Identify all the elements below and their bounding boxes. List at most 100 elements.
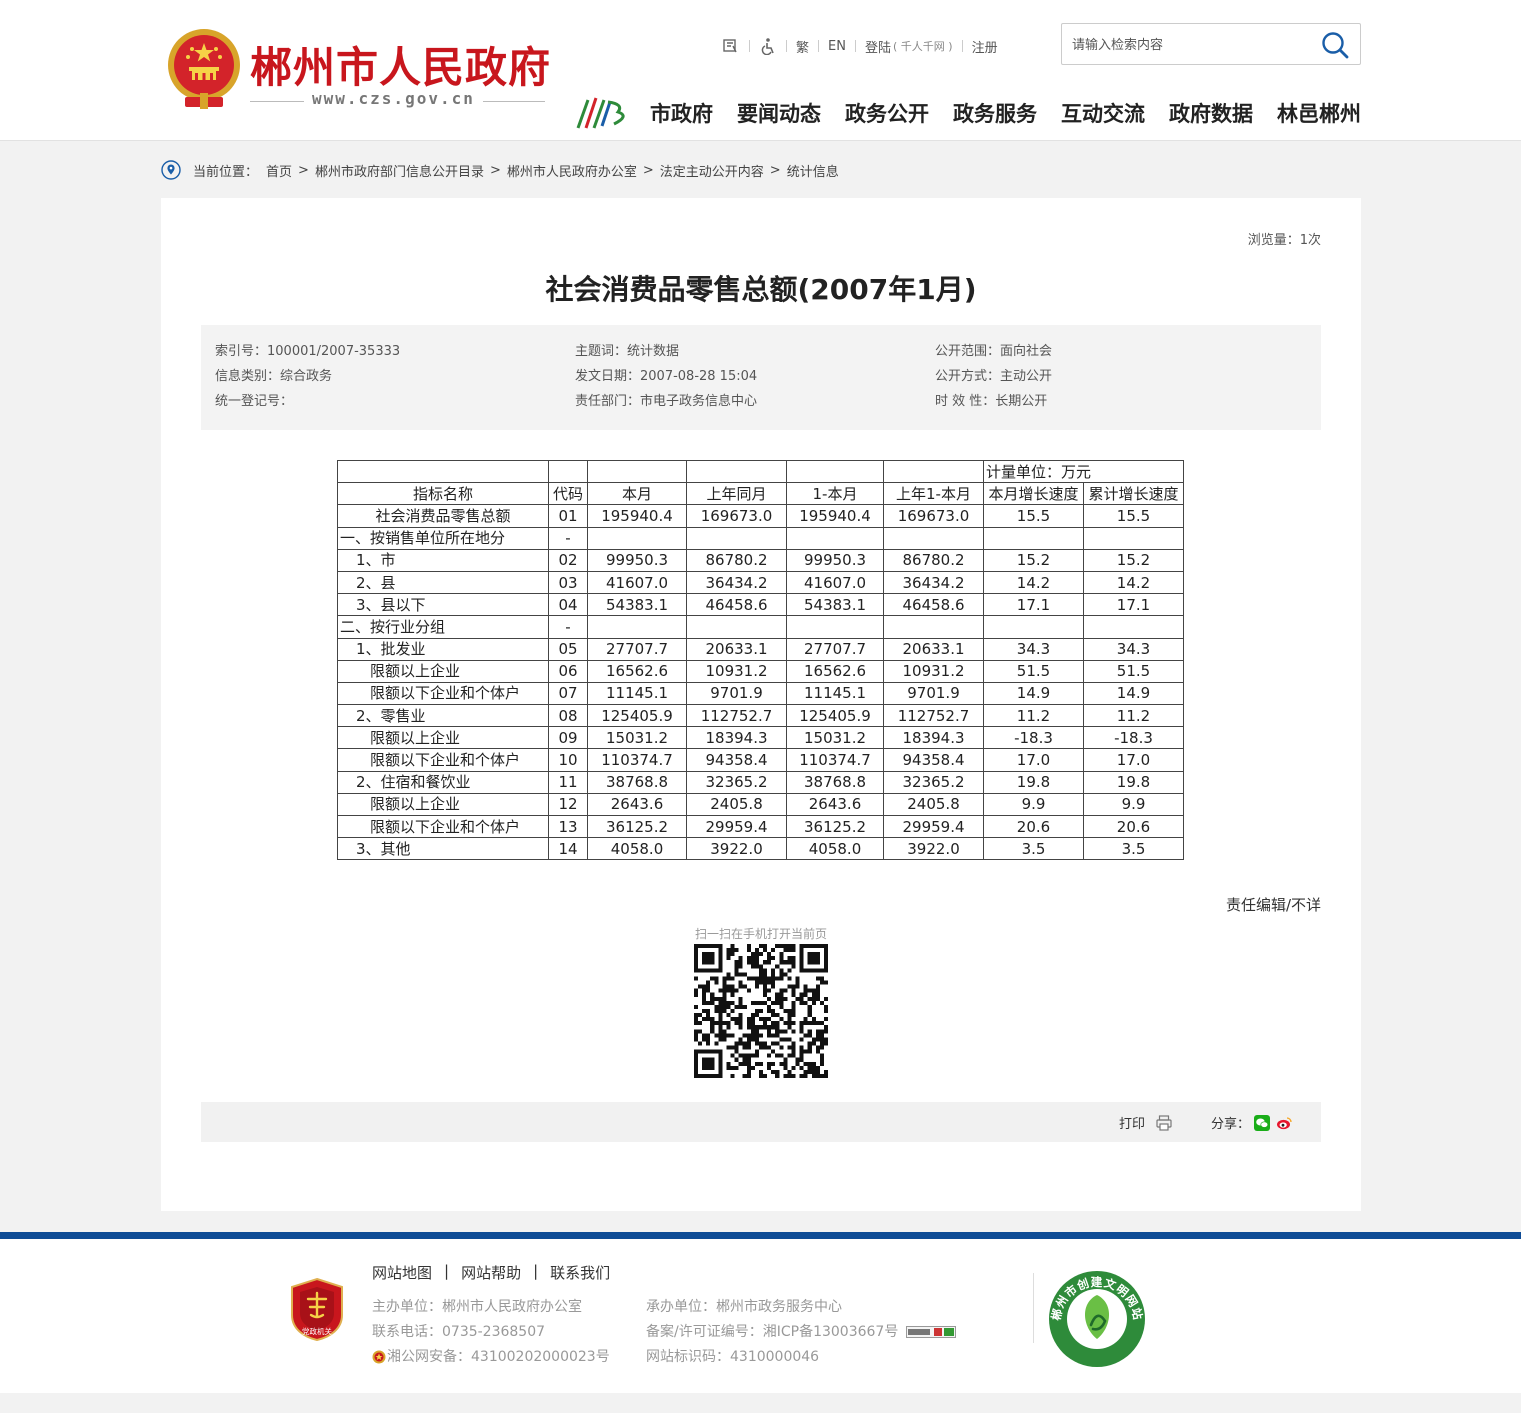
table-row: 限额以上企业 06 16562.6 10931.2 16562.6 10931.2 51.5…	[337, 659, 1184, 683]
table-cell: 10931.2	[686, 659, 787, 683]
table-cell	[883, 615, 984, 639]
table-cell: 17.0	[1083, 748, 1184, 772]
wechat-icon[interactable]	[1254, 1114, 1271, 1131]
table-header-cell: 上年1-本月	[883, 482, 984, 506]
table-cell: 32365.2	[883, 770, 984, 794]
table-cell: 11.2	[983, 704, 1084, 728]
table-cell: 41607.0	[587, 570, 687, 595]
table-cell	[587, 615, 687, 639]
table-cell: 02	[548, 548, 588, 572]
search-icon[interactable]	[1320, 30, 1350, 60]
table-row: 2、零售业 08 125405.9 112752.7 125405.9 112752.7 1…	[337, 704, 1184, 728]
table-cell: 46458.6	[686, 593, 787, 617]
party-government-badge-icon[interactable]: 党政机关	[290, 1277, 344, 1341]
table-cell: 34.3	[1083, 637, 1184, 661]
table-cell	[983, 526, 1084, 550]
table-row: 3、其他 14 4058.0 3922.0 4058.0 3922.0 3.5 3.5	[337, 837, 1184, 861]
nav-item-linyi-chenzhou[interactable]: 林邑郴州	[1277, 98, 1361, 128]
breadcrumb-office-link[interactable]: 郴州市人民政府办公室	[507, 161, 637, 180]
table-cell: 二、按行业分组	[337, 615, 549, 639]
nav-item-interaction[interactable]: 互动交流	[1061, 98, 1145, 128]
nav-item-gov-services[interactable]: 政务服务	[953, 98, 1037, 128]
english-link[interactable]: EN	[828, 39, 846, 54]
cnzz-badge-icon[interactable]	[906, 1325, 957, 1338]
footer-police-text: 湘公网安备：43100202000023号	[387, 1348, 610, 1365]
meta-keywords: 主题词：统计数据	[575, 344, 680, 359]
traditional-chinese-link[interactable]: 繁	[796, 37, 809, 56]
toolbar-divider	[786, 40, 787, 52]
table-cell: 9.9	[1083, 792, 1184, 817]
table-cell: 限额以上企业	[337, 726, 549, 750]
table-header-cell: 1-本月	[786, 482, 884, 506]
login-link[interactable]: 登陆 ( 千人千网 )	[865, 37, 953, 56]
site-title[interactable]: 郴州市人民政府	[250, 34, 551, 95]
table-header-cell: 代码	[548, 482, 588, 506]
civilization-website-badge-icon[interactable]: 郴州市创建文明网站	[1046, 1269, 1148, 1369]
footer-accent-line	[0, 1232, 1521, 1239]
nav-item-city-government[interactable]: 市政府	[650, 98, 713, 128]
nav-item-gov-affairs-open[interactable]: 政务公开	[845, 98, 929, 128]
table-cell: 36434.2	[686, 570, 787, 595]
table-cell: 4058.0	[587, 837, 687, 861]
breadcrumb-separator: >	[642, 162, 654, 178]
meta-department: 责任部门：市电子政务信息中心	[575, 394, 758, 409]
table-cell: 27707.7	[587, 637, 687, 661]
register-link[interactable]: 注册	[972, 37, 998, 56]
search-input[interactable]	[1072, 34, 1312, 56]
table-cell: 2643.6	[786, 792, 884, 817]
table-row: 二、按行业分组 -	[337, 615, 1184, 639]
table-header-cell: 上年同月	[686, 482, 787, 506]
table-cell: 29959.4	[883, 814, 984, 839]
table-cell: 12	[548, 792, 588, 817]
weibo-icon[interactable]	[1276, 1115, 1292, 1131]
table-cell: 一、按销售单位所在地分	[337, 526, 549, 550]
view-count: 浏览量：1次	[1247, 233, 1321, 248]
breadcrumb-home-link[interactable]: 首页	[266, 161, 292, 180]
footer-contact-link[interactable]: 联系我们	[550, 1262, 610, 1283]
footer-help-link[interactable]: 网站帮助	[461, 1262, 521, 1283]
table-cell: 41607.0	[786, 570, 884, 595]
table-cell: 社会消费品零售总额	[337, 504, 549, 528]
national-emblem-icon[interactable]	[165, 27, 243, 111]
breadcrumb-statutory-link[interactable]: 法定主动公开内容	[660, 161, 764, 180]
table-cell: 2、住宿和餐饮业	[337, 770, 549, 794]
table-cell: 10	[548, 748, 588, 772]
responsible-editor: 责任编辑/不详	[1225, 896, 1321, 914]
footer-bottom-strip	[0, 1393, 1521, 1413]
table-cell: 11	[548, 770, 588, 794]
table-cell: 15031.2	[786, 726, 884, 750]
table-cell: 86780.2	[686, 548, 787, 572]
footer-link-separator: |	[444, 1262, 450, 1280]
footer-sitemap-link[interactable]: 网站地图	[372, 1262, 432, 1283]
meta-column-2: 主题词：统计数据 发文日期：2007-08-28 15:04 责任部门：市电子政…	[575, 343, 757, 418]
table-cell: -	[548, 615, 588, 639]
table-cell: 2405.8	[686, 792, 787, 817]
table-cell: 112752.7	[686, 704, 787, 728]
nav-item-news[interactable]: 要闻动态	[737, 98, 821, 128]
nav-item-gov-data[interactable]: 政府数据	[1169, 98, 1253, 128]
table-cell: 限额以下企业和个体户	[337, 681, 549, 706]
breadcrumb-label: 当前位置：	[193, 164, 259, 180]
footer-police-record[interactable]: 湘公网安备：43100202000023号	[372, 1344, 610, 1369]
table-cell: 19.8	[983, 770, 1084, 794]
table-cell: 15.5	[1083, 504, 1184, 528]
accessibility-icon[interactable]	[759, 37, 777, 55]
table-cell	[587, 526, 687, 550]
meta-column-1: 索引号：100001/2007-35333 信息类别：综合政务 统一登记号：	[215, 343, 400, 418]
table-cell: 20633.1	[883, 637, 984, 661]
table-cell	[548, 459, 588, 484]
meta-index-no: 索引号：100001/2007-35333	[215, 344, 401, 359]
table-cell	[883, 526, 984, 550]
main-nav: 市政府 要闻动态 政务公开 政务服务 互动交流 政府数据 林邑郴州	[650, 98, 1361, 128]
breadcrumb-separator: >	[298, 162, 309, 178]
print-button[interactable]: 打印	[1119, 1113, 1173, 1132]
table-cell: 15031.2	[587, 726, 687, 750]
meta-date: 发文日期：2007-08-28 15:04	[575, 369, 758, 384]
breadcrumb-dept-catalog-link[interactable]: 郴州市政府部门信息公开目录	[315, 161, 484, 180]
statistics-table: 计量单位：万元 指标名称 代码 本月 上年同月 1-本月 上年1-本月 本月增长速度 累计增长速…	[337, 459, 1184, 861]
breadcrumb-statistics-link[interactable]: 统计信息	[787, 161, 839, 180]
footer-icp-record[interactable]: 备案/许可证编号：湘ICP备13003667号	[646, 1319, 957, 1344]
elder-mode-icon[interactable]	[722, 37, 740, 55]
table-cell: 2643.6	[587, 792, 687, 817]
table-cell: 01	[548, 504, 588, 528]
